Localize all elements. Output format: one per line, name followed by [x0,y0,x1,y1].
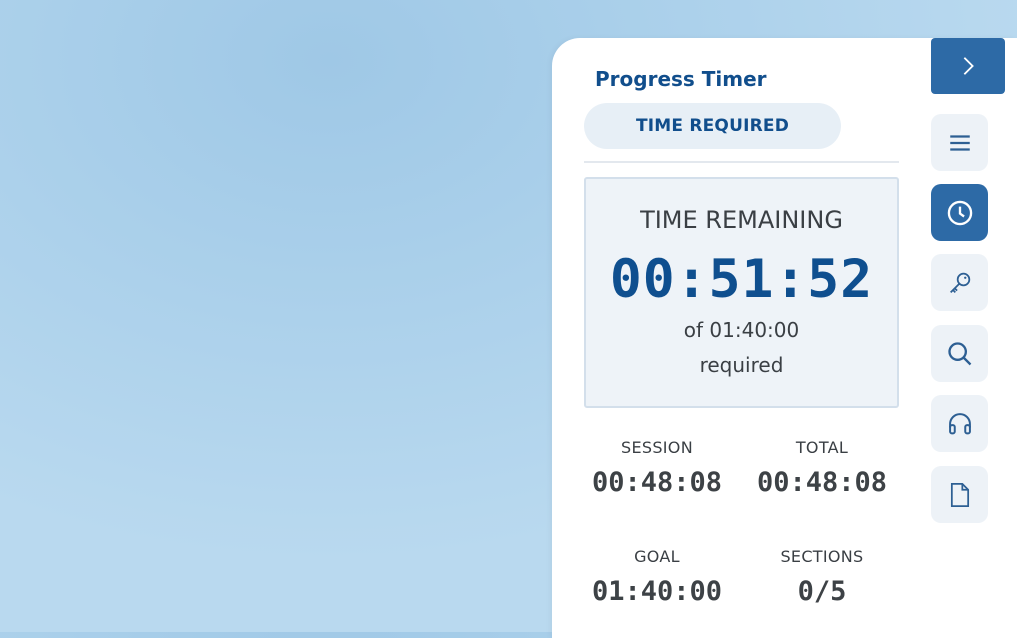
sections-label: SECTIONS [780,547,864,566]
total-label: TOTAL [795,438,849,457]
session-value: 00:48:08 [591,467,723,498]
sections-stat: SECTIONS 0/5 [747,547,897,607]
goal-value: 01:40:00 [591,576,723,607]
total-stat: TOTAL 00:48:08 [747,438,897,498]
goal-label: GOAL [634,547,680,566]
key-button[interactable] [931,254,988,311]
headphones-icon [948,412,971,434]
menu-button[interactable] [931,114,988,171]
session-label: SESSION [621,438,693,457]
timer-button[interactable] [931,184,988,241]
time-remaining-label: TIME REMAINING [640,206,843,234]
panel-title: Progress Timer [595,67,767,91]
sections-value: 0/5 [797,576,847,607]
goal-stat: GOAL 01:40:00 [582,547,732,607]
time-remaining-card: TIME REMAINING 00:51:52 of 01:40:00 requ… [584,177,899,408]
time-required-total: of 01:40:00 [683,318,800,342]
search-icon [947,341,971,365]
total-value: 00:48:08 [756,467,888,498]
session-stat: SESSION 00:48:08 [582,438,732,498]
document-icon [950,482,969,507]
key-icon [949,272,970,293]
collapse-panel-button[interactable] [931,38,1005,94]
search-button[interactable] [931,325,988,382]
divider [584,161,899,163]
notes-button[interactable] [931,466,988,523]
clock-icon [947,200,972,225]
menu-icon [949,134,970,151]
required-label: required [699,353,784,377]
time-required-pill[interactable]: TIME REQUIRED [584,103,841,149]
audio-button[interactable] [931,395,988,452]
time-remaining-value: 00:51:52 [609,249,874,310]
chevron-right-icon [963,57,974,75]
